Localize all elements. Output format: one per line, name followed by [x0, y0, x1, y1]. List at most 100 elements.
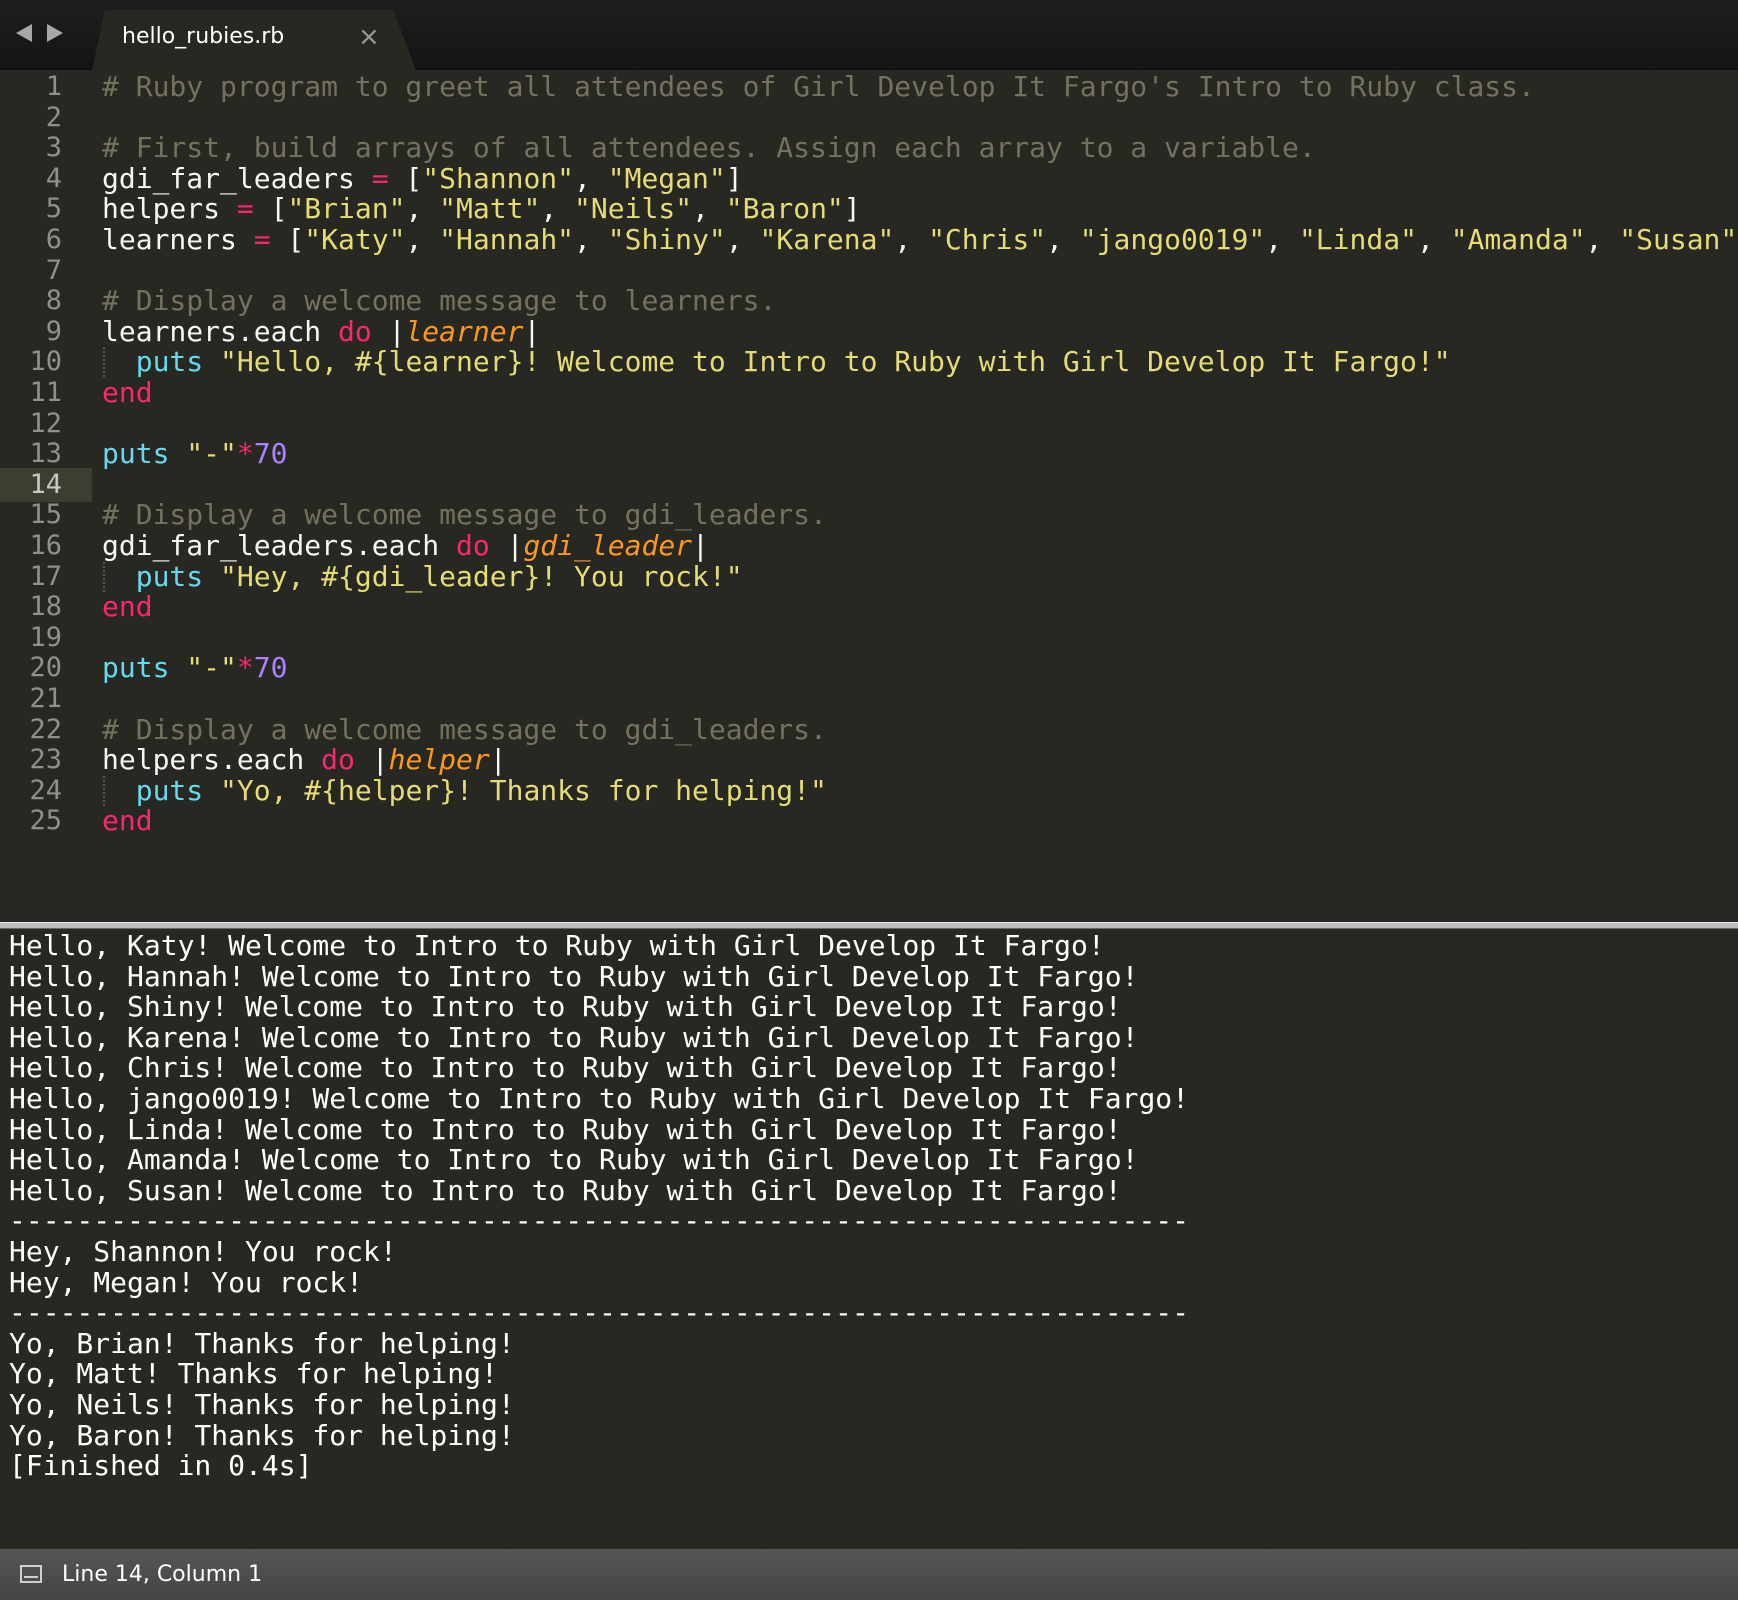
code-line[interactable]: 14	[0, 468, 1738, 502]
code-line[interactable]: 1 # Ruby program to greet all attendees o…	[0, 70, 1738, 104]
line-number: 17	[29, 561, 62, 592]
code-line[interactable]: 19	[0, 621, 1738, 655]
line-number: 11	[29, 377, 62, 408]
code-token: "Megan"	[607, 162, 726, 195]
line-number: 13	[29, 438, 62, 469]
code-token: ]	[725, 162, 743, 195]
code-line[interactable]: 5 helpers = ["Brian", "Matt", "Neils", "B…	[0, 192, 1738, 226]
code-line[interactable]: 11 end	[0, 376, 1738, 410]
tab-hello-rubies[interactable]: hello_rubies.rb ×	[92, 10, 416, 70]
code-token: helpers.each	[102, 743, 322, 776]
line-number: 9	[45, 316, 62, 347]
code-token: # Display a welcome message to gdi_leade…	[102, 498, 827, 531]
code-line[interactable]: 16 gdi_far_leaders.each do |gdi_leader|	[0, 529, 1738, 563]
code-line[interactable]: 20 puts "-"*70	[0, 651, 1738, 685]
code-token: ,	[405, 192, 440, 225]
code-line[interactable]: 3 # First, build arrays of all attendees.…	[0, 131, 1738, 165]
code-text: puts "Hello, #{learner}! Welcome to Intr…	[102, 345, 1451, 379]
code-line[interactable]: 23 helpers.each do |helper|	[0, 743, 1738, 777]
code-token: ,	[1046, 223, 1080, 256]
code-token: "Shannon"	[422, 162, 575, 195]
code-line[interactable]: 6 learners = ["Katy", "Hannah", "Shiny", …	[0, 223, 1738, 257]
line-number: 3	[45, 132, 62, 163]
code-text: end	[102, 590, 153, 624]
code-line[interactable]: 8 # Display a welcome message to learners…	[0, 284, 1738, 318]
code-line[interactable]: 25 end	[0, 804, 1738, 838]
code-text: helpers = ["Brian", "Matt", "Neils", "Ba…	[102, 192, 861, 226]
status-bar: Line 14, Column 1	[0, 1548, 1738, 1600]
output-line: Hello, Susan! Welcome to Intro to Ruby w…	[9, 1174, 1122, 1207]
code-token: puts	[102, 651, 170, 684]
code-token: =	[371, 162, 389, 195]
close-icon[interactable]: ×	[358, 22, 380, 52]
code-token: [	[253, 192, 288, 225]
tab-bar: hello_rubies.rb ×	[0, 0, 1738, 70]
cursor-position: Line 14, Column 1	[62, 1562, 263, 1587]
code-line[interactable]: 24 puts "Yo, #{helper}! Thanks for helpi…	[0, 774, 1738, 808]
code-token: helpers	[102, 192, 237, 225]
code-token: "Hannah"	[439, 223, 575, 256]
code-line[interactable]: 7	[0, 254, 1738, 288]
code-token: |	[489, 529, 524, 562]
code-text: helpers.each do |helper|	[102, 743, 507, 777]
line-number: 24	[29, 775, 62, 806]
code-text: end	[102, 376, 153, 410]
code-line[interactable]: 2	[0, 101, 1738, 135]
code-line[interactable]: 22 # Display a welcome message to gdi_lea…	[0, 713, 1738, 747]
code-text: # Ruby program to greet all attendees of…	[102, 70, 1535, 104]
code-token: "Katy"	[304, 223, 406, 256]
line-number: 22	[29, 714, 62, 745]
code-text: # Display a welcome message to gdi_leade…	[102, 498, 827, 532]
output-line: Hello, jango0019! Welcome to Intro to Ru…	[9, 1082, 1190, 1115]
code-token: "Chris"	[928, 223, 1047, 256]
output-line: Hello, Katy! Welcome to Intro to Ruby wi…	[9, 929, 1105, 962]
code-token: # Display a welcome message to learners.	[102, 284, 777, 317]
code-line[interactable]: 12	[0, 407, 1738, 441]
code-token: "Karena"	[759, 223, 895, 256]
code-token: learner	[405, 315, 524, 348]
output-line: Yo, Matt! Thanks for helping!	[9, 1357, 498, 1390]
editor-window: hello_rubies.rb × 1 # Ruby program to gre…	[0, 0, 1738, 1600]
code-token: "jango0019"	[1079, 223, 1266, 256]
code-token: [	[270, 223, 305, 256]
code-text: # First, build arrays of all attendees. …	[102, 131, 1316, 165]
output-line: Hey, Megan! You rock!	[9, 1266, 364, 1299]
code-token: ,	[1265, 223, 1299, 256]
code-line[interactable]: 21	[0, 682, 1738, 716]
line-number: 4	[45, 163, 62, 194]
code-token: "Brian"	[287, 192, 406, 225]
code-token: end	[102, 376, 153, 409]
code-token: ,	[894, 223, 929, 256]
code-token: |	[371, 315, 406, 348]
panel-toggle-icon[interactable]	[20, 1565, 42, 1583]
line-number: 14	[0, 468, 92, 502]
code-token: ,	[692, 192, 726, 225]
code-token: learners	[102, 223, 254, 256]
code-token: puts	[135, 774, 204, 807]
panel-splitter[interactable]	[0, 922, 1738, 929]
code-token: ,	[1416, 223, 1451, 256]
code-token: "Baron"	[725, 192, 844, 225]
code-line[interactable]: 17 puts "Hey, #{gdi_leader}! You rock!"	[0, 560, 1738, 594]
code-line[interactable]: 9 learners.each do |learner|	[0, 315, 1738, 349]
code-line[interactable]: 15 # Display a welcome message to gdi_lea…	[0, 498, 1738, 532]
output-line: [Finished in 0.4s]	[9, 1449, 313, 1482]
output-line: Hello, Karena! Welcome to Intro to Ruby …	[9, 1021, 1139, 1054]
code-line[interactable]: 10 puts "Hello, #{learner}! Welcome to I…	[0, 345, 1738, 379]
code-line[interactable]: 4 gdi_far_leaders = ["Shannon", "Megan"]	[0, 162, 1738, 196]
code-token: do	[321, 743, 355, 776]
tab-nav-right-icon[interactable]	[47, 24, 63, 42]
code-line[interactable]: 13 puts "-"*70	[0, 437, 1738, 471]
code-token: "Neils"	[574, 192, 693, 225]
tab-title: hello_rubies.rb	[122, 24, 285, 49]
line-number: 6	[45, 224, 62, 255]
code-editor[interactable]: 1 # Ruby program to greet all attendees o…	[0, 70, 1738, 922]
code-line[interactable]: 18 end	[0, 590, 1738, 624]
code-token: # First, build arrays of all attendees. …	[102, 131, 1316, 164]
tab-nav-left-icon[interactable]	[16, 24, 32, 42]
